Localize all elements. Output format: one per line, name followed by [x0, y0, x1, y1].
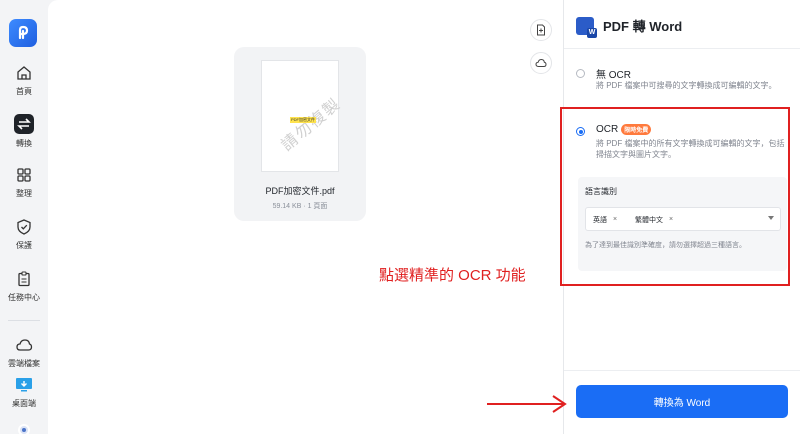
thumbnail-watermark: 請勿複製 — [278, 95, 345, 155]
left-nav: 首頁 轉換 整理 保護 任務中心 雲端檔案 桌面端 — [0, 0, 48, 434]
nav-label-tasks: 任務中心 — [8, 293, 40, 302]
radio-no-ocr[interactable] — [576, 69, 585, 78]
nav-item-cloud[interactable]: 雲端檔案 — [0, 336, 48, 369]
nav-item-organize[interactable]: 整理 — [0, 166, 48, 199]
file-name: PDF加密文件.pdf — [265, 186, 335, 196]
option-desc: 將 PDF 檔案中可搜尋的文字轉換成可編輯的文字。 — [596, 81, 777, 90]
nav-label-organize: 整理 — [16, 189, 32, 198]
arrow-right-icon — [487, 395, 567, 413]
footer-divider — [564, 370, 800, 371]
panel-header: W PDF 轉 Word — [576, 16, 683, 38]
file-thumbnail: 請勿複製 PDF加密文件 — [261, 60, 345, 172]
app-logo[interactable] — [9, 19, 37, 47]
option-title: 無 OCR — [596, 70, 631, 81]
app-logo-icon — [18, 25, 29, 40]
word-icon: W — [576, 16, 597, 38]
add-file-icon — [537, 24, 545, 36]
file-meta: 59.14 KB · 1 頁面 — [272, 203, 328, 210]
nav-item-convert[interactable]: 轉換 — [0, 114, 48, 149]
nav-label-cloud: 雲端檔案 — [8, 359, 40, 368]
avatar[interactable] — [18, 424, 30, 434]
file-card[interactable]: 請勿複製 PDF加密文件 PDF加密文件.pdf 59.14 KB · 1 頁面 — [234, 47, 366, 221]
shield-icon — [17, 219, 31, 235]
organize-icon — [17, 168, 31, 182]
convert-icon — [14, 114, 34, 134]
nav-item-home[interactable]: 首頁 — [0, 64, 48, 97]
add-file-button[interactable] — [530, 19, 552, 41]
nav-item-tasks[interactable]: 任務中心 — [0, 270, 48, 303]
nav-item-desktop[interactable]: 桌面端 — [0, 376, 48, 409]
nav-divider — [8, 320, 40, 321]
nav-label-desktop: 桌面端 — [12, 399, 36, 408]
panel-title: PDF 轉 Word — [603, 19, 683, 34]
highlight-frame — [560, 107, 790, 286]
cloud-icon — [16, 339, 33, 351]
option-no-ocr[interactable]: 無 OCR 將 PDF 檔案中可搜尋的文字轉換成可編輯的文字。 — [576, 66, 791, 108]
annotation-text: 點選精準的 OCR 功能 — [379, 267, 526, 284]
clipboard-icon — [18, 271, 30, 287]
thumbnail-tag: PDF加密文件 — [290, 117, 316, 123]
desktop-icon — [16, 378, 32, 392]
convert-button[interactable]: 轉換為 Word — [576, 385, 788, 418]
cloud-upload-button[interactable] — [530, 52, 552, 74]
header-divider — [564, 48, 800, 49]
nav-item-protect[interactable]: 保護 — [0, 218, 48, 251]
nav-label-home: 首頁 — [16, 87, 32, 96]
nav-label-convert: 轉換 — [16, 139, 32, 148]
cloud-icon — [535, 58, 547, 67]
home-icon — [17, 66, 31, 80]
nav-label-protect: 保護 — [16, 241, 32, 250]
main-canvas: 請勿複製 PDF加密文件 PDF加密文件.pdf 59.14 KB · 1 頁面 — [48, 0, 563, 434]
